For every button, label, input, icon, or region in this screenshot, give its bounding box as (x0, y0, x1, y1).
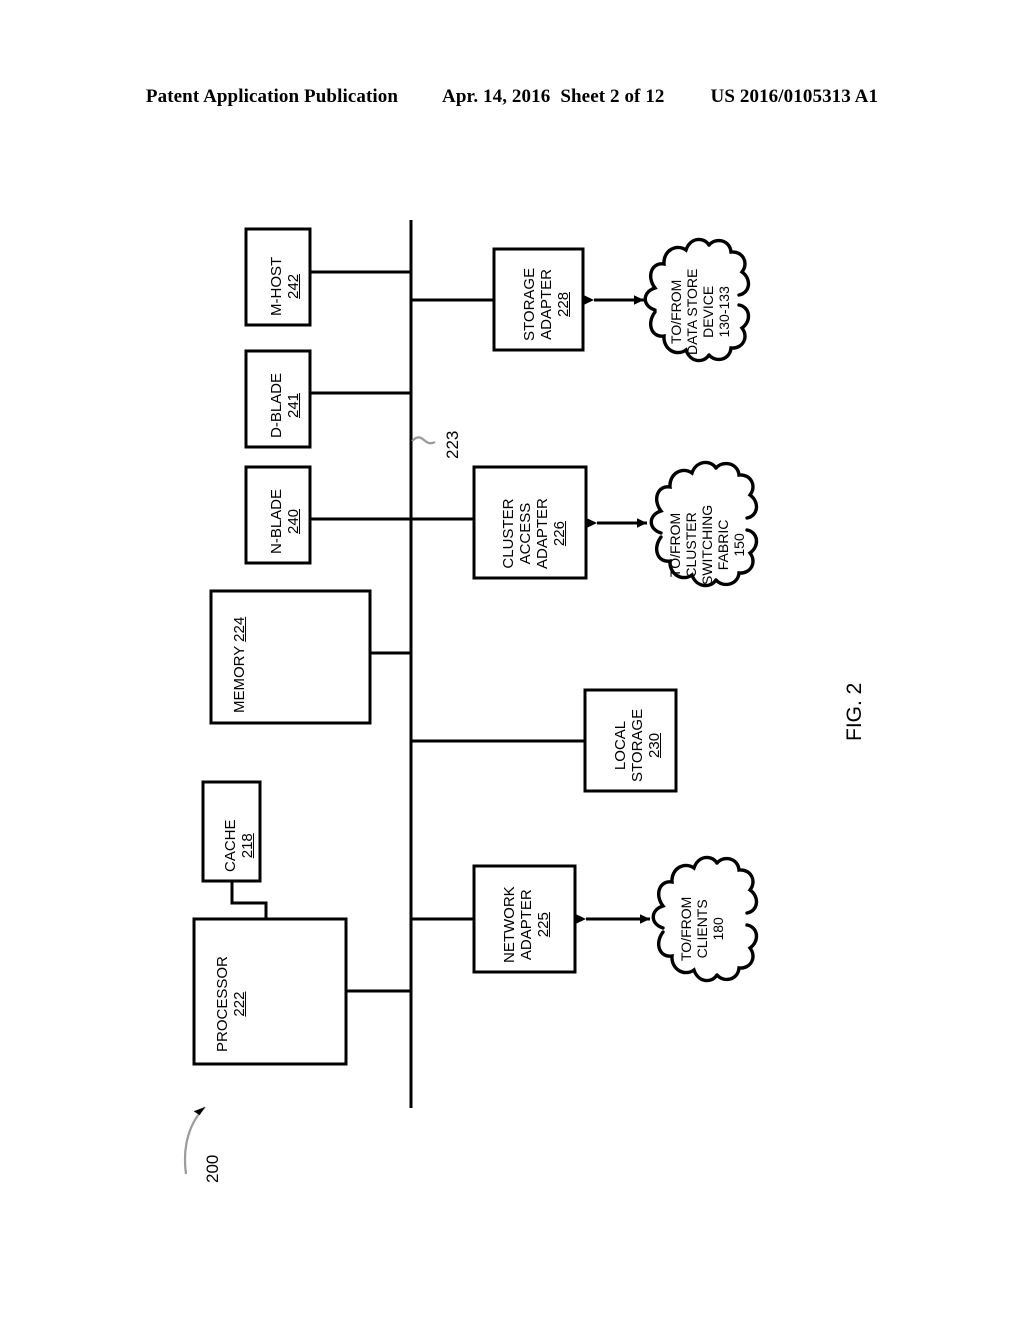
label-cluster-fabric-line3: SWITCHING (699, 504, 715, 585)
label-m-host-title: M-HOST (268, 256, 285, 316)
label-n-blade-ref: 240 (285, 508, 302, 534)
label-clients-line3: 180 (710, 917, 726, 941)
label-network-adapter-line1: NETWORK (501, 886, 518, 963)
label-cluster-adapter-line1: CLUSTER (500, 498, 517, 569)
label-m-host: M-HOST 242 (268, 257, 302, 316)
label-storage-adapter-line2: ADAPTER (538, 269, 555, 340)
label-memory-row: MEMORY 224 (231, 617, 248, 713)
external-interface-arrows (576, 295, 650, 924)
label-d-blade: D-BLADE 241 (268, 373, 302, 438)
label-clients-line1: TO/FROM (678, 896, 694, 961)
label-cluster-fabric-line4: FABRIC (715, 519, 731, 571)
patent-figure-2: M-HOST 242 D-BLADE 241 N-BLADE 240 MEMOR… (0, 0, 1024, 1320)
figure-boxes (192, 227, 678, 1066)
connector-cache-processor (230, 881, 268, 919)
label-cache: CACHE 218 (222, 819, 256, 872)
label-data-store-line1: TO/FROM (668, 279, 684, 344)
label-network-adapter-ref: 225 (535, 912, 552, 938)
label-network-adapter: NETWORK ADAPTER 225 (501, 886, 552, 963)
label-cluster-adapter-ref: 226 (551, 521, 568, 547)
label-cluster-fabric-line5: 150 (731, 533, 747, 557)
label-local-storage-line1: LOCAL (612, 720, 629, 771)
label-local-storage-ref: 230 (646, 732, 663, 758)
label-cloud-clients: TO/FROM CLIENTS 180 (678, 897, 726, 961)
label-network-adapter-line2: ADAPTER (518, 889, 535, 961)
label-cloud-cluster-fabric: TO/FROM CLUSTER SWITCHING FABRIC 150 (667, 505, 747, 585)
label-processor-ref: 222 (231, 991, 248, 1017)
label-n-blade-title: N-BLADE (268, 488, 285, 554)
label-cache-ref: 218 (239, 833, 256, 859)
label-memory-ref: 224 (231, 616, 248, 642)
figure-drawing-canvas (183, 220, 759, 1175)
label-local-storage-line2: STORAGE (629, 708, 646, 782)
label-system-ref: 200 (203, 1154, 222, 1183)
label-n-blade: N-BLADE 240 (268, 489, 302, 554)
label-cluster-adapter-line3: ADAPTER (534, 498, 551, 569)
label-data-store-line3: DEVICE (700, 285, 716, 338)
label-data-store-line2: DATA STORE (684, 268, 700, 355)
label-memory: MEMORY 224 (231, 617, 248, 713)
label-m-host-ref: 242 (285, 273, 302, 299)
bus-leader-line (411, 436, 436, 445)
label-storage-adapter-line1: STORAGE (521, 267, 538, 341)
label-cache-title: CACHE (222, 819, 239, 872)
label-d-blade-ref: 241 (285, 392, 302, 418)
label-d-blade-title: D-BLADE (268, 372, 285, 438)
label-storage-adapter: STORAGE ADAPTER 228 (521, 268, 572, 341)
figure-number-label: FIG. 2 (843, 682, 866, 741)
system-leader-arrow (183, 1106, 206, 1175)
label-memory-title: MEMORY (231, 646, 248, 713)
label-clients-line2: CLIENTS (694, 899, 710, 959)
label-cluster-fabric-line2: CLUSTER (683, 512, 699, 578)
label-bus-ref: 223 (443, 430, 462, 459)
label-storage-adapter-ref: 228 (555, 291, 572, 317)
label-processor: PROCESSOR 222 (214, 956, 248, 1052)
label-cluster-adapter-line2: ACCESS (517, 502, 534, 565)
label-cluster-access-adapter: CLUSTER ACCESS ADAPTER 226 (500, 498, 568, 569)
label-cloud-data-store: TO/FROM DATA STORE DEVICE 130-133 (668, 269, 732, 355)
label-data-store-line4: 130-133 (716, 286, 732, 338)
label-cluster-fabric-line1: TO/FROM (667, 512, 683, 578)
label-local-storage: LOCAL STORAGE 230 (612, 709, 663, 782)
label-processor-title: PROCESSOR (214, 956, 231, 1052)
